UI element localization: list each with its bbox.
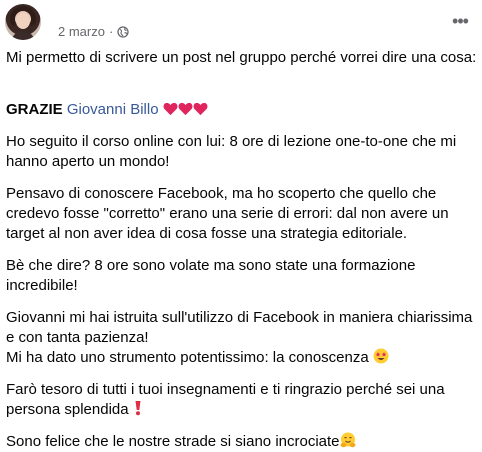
post-paragraph: Pensavo di conoscere Facebook, ma ho sco… <box>6 185 449 242</box>
more-options-icon[interactable]: ••• <box>449 12 471 34</box>
star-struck-emoji <box>373 348 389 364</box>
post-paragraph-with-emoji: Mi ha dato uno strumento potentissimo: l… <box>6 348 478 368</box>
post-paragraph-with-emoji: Sono felice che le nostre strade si sian… <box>6 432 478 452</box>
globe-icon[interactable] <box>117 25 129 38</box>
post-header: 2 marzo · ••• <box>0 0 482 44</box>
post-body: Mi permetto di scrivere un post nel grup… <box>6 48 478 452</box>
post-paragraph-with-emoji: Farò tesoro di tutti i tuoi insegnamenti… <box>6 380 478 420</box>
mention-link[interactable]: Giovanni Billo <box>67 101 159 118</box>
post-paragraph: Mi permetto di scrivere un post nel grup… <box>6 49 477 66</box>
red-heart-icon <box>193 102 208 116</box>
meta-separator: · <box>108 24 114 39</box>
red-heart-icon <box>178 102 193 116</box>
post-paragraph: Sono felice che le nostre strade si sian… <box>6 433 340 450</box>
red-heart-icon <box>163 102 178 116</box>
post-paragraph: Ho seguito il corso online con lui: 8 or… <box>6 133 457 170</box>
avatar[interactable] <box>5 4 41 40</box>
thanks-word: GRAZIE <box>6 101 63 118</box>
post-paragraph: Farò tesoro di tutti i tuoi insegnamenti… <box>6 381 445 418</box>
hugging-face-emoji <box>340 432 356 448</box>
post-paragraph: Mi ha dato uno strumento potentissimo: l… <box>6 349 369 366</box>
post-paragraph: Giovanni mi hai istruita sull'utilizzo d… <box>6 309 473 346</box>
thanks-line: GRAZIE Giovanni Billo <box>6 100 478 120</box>
post-date[interactable]: 2 marzo <box>58 24 105 39</box>
post-paragraph: Bè che dire? 8 ore sono volate ma sono s… <box>6 257 416 294</box>
post-meta: 2 marzo · <box>58 24 129 39</box>
